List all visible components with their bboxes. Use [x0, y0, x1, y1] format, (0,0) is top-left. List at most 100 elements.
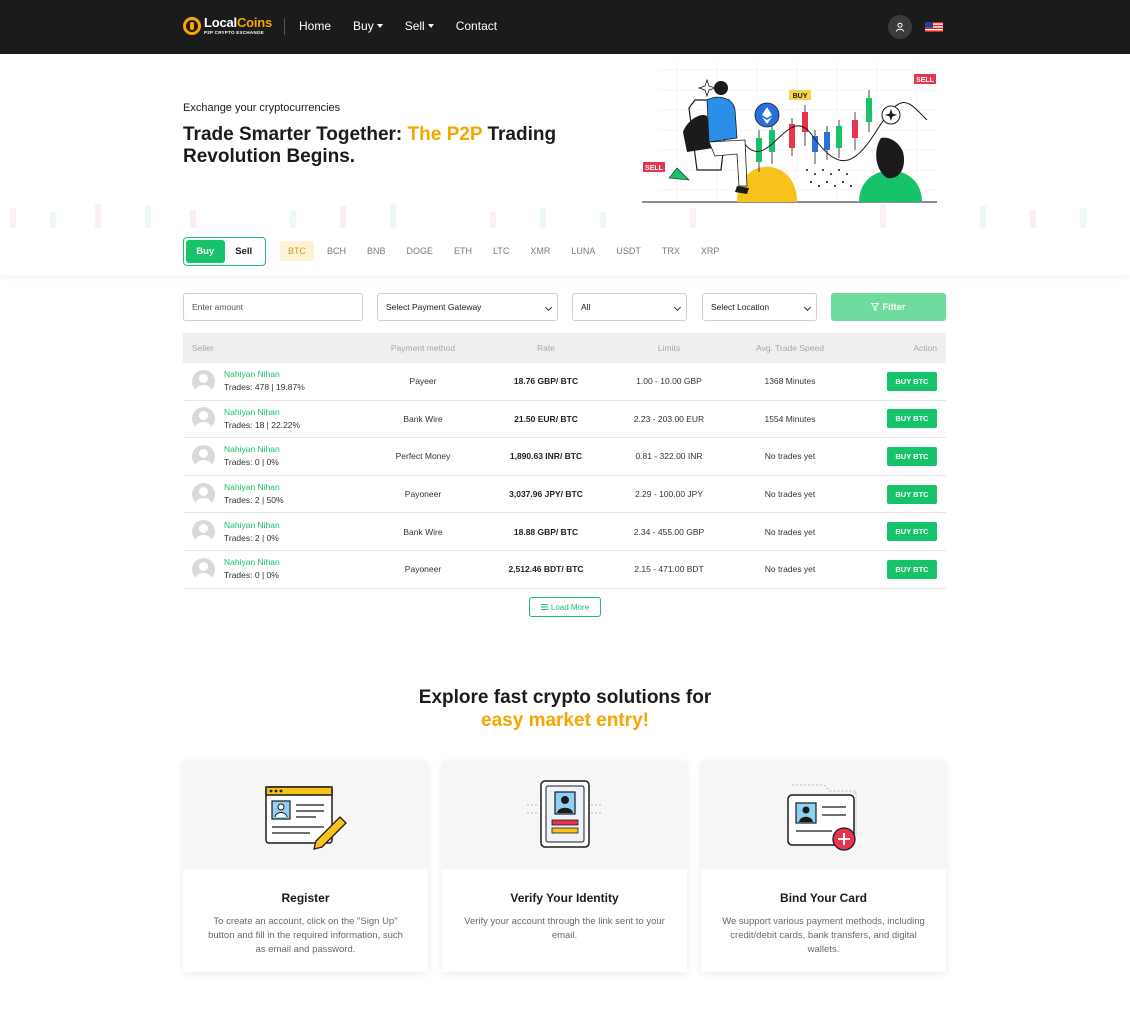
avatar — [192, 444, 215, 468]
feature-card-bind-card: Bind Your Card We support various paymen… — [701, 761, 946, 972]
buy-sell-toggle: Buy Sell — [183, 237, 266, 266]
avatar — [192, 407, 215, 431]
trade-speed: No trades yet — [764, 451, 816, 462]
art-sell-tag: SELL — [645, 165, 664, 172]
brand-name: LocalCoins — [204, 15, 273, 30]
offer-type-select[interactable]: All — [572, 293, 687, 321]
seller-trades: Trades: 2 | 50% — [224, 495, 284, 506]
buy-toggle-button[interactable]: Buy — [186, 240, 225, 263]
coin-tabs: BTC BCH BNB DOGE ETH LTC XMR LUNA USDT T… — [280, 241, 732, 261]
trade-speed: No trades yet — [764, 526, 816, 537]
amount-input[interactable]: Enter amount — [183, 293, 363, 321]
coin-tab-eth[interactable]: ETH — [446, 241, 480, 261]
limits: 0.81 - 322.00 INR — [635, 451, 703, 462]
seller-name-link[interactable]: Nahiyan Nihan — [224, 481, 284, 494]
location-select[interactable]: Select Location — [702, 293, 817, 321]
list-icon — [540, 604, 548, 610]
main-nav: Home Buy Sell Contact — [299, 19, 519, 33]
trade-speed: No trades yet — [764, 489, 816, 500]
table-row: Nahiyan Nihan Trades: 478 | 19.87% Payeer… — [183, 363, 946, 401]
seller-trades: Trades: 18 | 22.22% — [224, 419, 301, 430]
avatar — [192, 482, 215, 506]
trade-speed: 1554 Minutes — [764, 413, 816, 424]
coin-tab-trx[interactable]: TRX — [654, 241, 688, 261]
us-flag-icon[interactable] — [925, 22, 943, 32]
limits: 2.29 - 100.00 JPY — [634, 489, 704, 500]
candlesticks — [756, 90, 872, 172]
logo[interactable]: LocalCoins P2P CRYPTO EXCHANGE — [183, 16, 272, 36]
feature-cards: Register To create an account, click on … — [183, 761, 946, 972]
buy-btc-button[interactable]: BUY BTC — [887, 409, 937, 429]
hero-background-candles — [10, 204, 1086, 228]
coin-tab-ltc[interactable]: LTC — [485, 241, 517, 261]
seller-name-link[interactable]: Nahiyan Nihan — [224, 443, 280, 456]
nav-sell[interactable]: Sell — [405, 19, 434, 33]
nav-divider — [284, 18, 285, 35]
sell-toggle-button[interactable]: Sell — [225, 240, 264, 263]
table-row: Nahiyan Nihan Trades: 0 | 0% Payoneer 2,5… — [183, 551, 946, 589]
coin-tab-btc[interactable]: BTC — [280, 241, 314, 261]
register-form-icon — [264, 786, 347, 850]
avatar — [192, 557, 215, 581]
art-buy-tag: BUY — [793, 93, 808, 100]
feature-card-register: Register To create an account, click on … — [183, 761, 428, 972]
nav-contact[interactable]: Contact — [456, 19, 497, 33]
top-navbar: LocalCoins P2P CRYPTO EXCHANGE Home Buy … — [0, 0, 1130, 54]
buy-btc-button[interactable]: BUY BTC — [887, 371, 937, 391]
funnel-icon — [871, 303, 880, 311]
seller-name-link[interactable]: Nahiyan Nihan — [224, 519, 280, 532]
card-description: To create an account, click on the "Sign… — [208, 916, 403, 955]
coin-tab-doge[interactable]: DOGE — [399, 241, 442, 261]
payment-gateway-select[interactable]: Select Payment Gateway — [377, 293, 558, 321]
rate: 2,512.46 BDT/ BTC — [508, 564, 584, 575]
load-more-button[interactable]: Load More — [529, 597, 601, 617]
coin-tab-bnb[interactable]: BNB — [359, 241, 394, 261]
col-payment: Payment method — [390, 343, 456, 353]
rate: 18.88 GBP/ BTC — [513, 526, 579, 537]
filter-button[interactable]: Filter — [831, 293, 946, 321]
table-header: Seller Payment method Rate Limits Avg. T… — [183, 333, 946, 363]
seller-name-link[interactable]: Nahiyan Nihan — [224, 406, 300, 419]
avatar — [192, 369, 215, 393]
col-speed: Avg. Trade Speed — [756, 343, 824, 353]
table-row: Nahiyan Nihan Trades: 18 | 22.22% Bank Wi… — [183, 401, 946, 439]
table-row: Nahiyan Nihan Trades: 0 | 0% Perfect Mone… — [183, 438, 946, 476]
nav-home[interactable]: Home — [299, 19, 331, 33]
coin-tab-luna[interactable]: LUNA — [563, 241, 603, 261]
nav-buy[interactable]: Buy — [353, 19, 383, 33]
seller-trades: Trades: 0 | 0% — [224, 457, 279, 468]
trade-speed: No trades yet — [764, 564, 816, 575]
caret-down-icon — [376, 24, 383, 28]
id-card-icon — [526, 780, 603, 848]
buy-btc-button[interactable]: BUY BTC — [887, 446, 937, 466]
card-title: Verify Your Identity — [510, 891, 619, 905]
rate: 21.50 EUR/ BTC — [514, 413, 578, 424]
buy-btc-button[interactable]: BUY BTC — [887, 522, 937, 542]
col-action: Action — [913, 343, 937, 353]
card-title: Bind Your Card — [780, 891, 867, 905]
hero-trading-illustration: SELL SELL BUY — [642, 60, 937, 203]
art-sell-tag: SELL — [916, 77, 935, 84]
seller-name-link[interactable]: Nahiyan Nihan — [224, 556, 280, 569]
brand-tagline: P2P CRYPTO EXCHANGE — [204, 30, 264, 35]
col-rate: Rate — [537, 343, 555, 353]
seller-name-link[interactable]: Nahiyan Nihan — [224, 368, 305, 381]
coin-tab-xmr[interactable]: XMR — [522, 241, 558, 261]
limits: 2.34 - 455.00 GBP — [633, 526, 705, 537]
hero-kicker: Exchange your cryptocurrencies — [183, 102, 341, 114]
coin-tab-usdt[interactable]: USDT — [608, 241, 649, 261]
seller-trades: Trades: 2 | 0% — [224, 532, 279, 543]
feature-card-verify: Verify Your Identity Verify your account… — [442, 761, 687, 972]
user-account-button[interactable] — [888, 15, 912, 39]
table-row: Nahiyan Nihan Trades: 2 | 0% Bank Wire 18… — [183, 513, 946, 551]
col-seller: Seller — [192, 343, 214, 353]
coin-tab-bch[interactable]: BCH — [319, 241, 354, 261]
buy-btc-button[interactable]: BUY BTC — [887, 484, 937, 504]
limits: 1.00 - 10.00 GBP — [636, 376, 702, 387]
rate: 1,890.63 INR/ BTC — [509, 451, 583, 462]
buy-btc-button[interactable]: BUY BTC — [887, 559, 937, 579]
coin-tab-xrp[interactable]: XRP — [693, 241, 728, 261]
card-description: We support various payment methods, incl… — [722, 916, 925, 955]
hero-title: Trade Smarter Together: The P2P Trading … — [183, 124, 557, 167]
coin-logo-icon — [183, 16, 201, 35]
